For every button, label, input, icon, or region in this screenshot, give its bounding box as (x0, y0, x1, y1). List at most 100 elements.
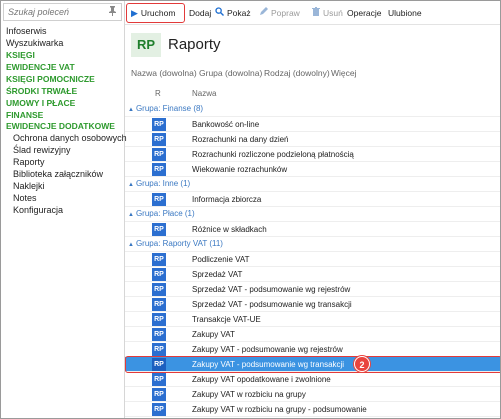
report-icon: RP (152, 298, 166, 311)
operations-label: Operacje (347, 8, 382, 18)
table-row[interactable]: RP Zakupy VAT w rozbiciu na grupy (125, 387, 500, 402)
module-logo: RP (131, 33, 161, 57)
pin-icon[interactable] (108, 6, 117, 18)
report-name: Sprzedaż VAT - podsumowanie wg transakcj… (192, 300, 352, 309)
report-icon: RP (152, 118, 166, 131)
command-search-input[interactable] (4, 4, 104, 20)
table-row[interactable]: RP Zakupy VAT w rozbiciu na grupy - podsu… (125, 402, 500, 417)
report-icon: RP (152, 253, 166, 266)
report-name: Transakcje VAT-UE (192, 315, 261, 324)
reports-grid: R Nazwa ▲ Grupa: Finanse (8) RP Bankowość o… (125, 87, 500, 418)
show-button[interactable]: Pokaż (215, 6, 251, 20)
sidebar-item[interactable]: ŚRODKI TRWAŁE (6, 85, 124, 97)
report-name: Rozrachunki na dany dzień (192, 135, 289, 144)
toolbar: ▶ Uruchom Dodaj Pokaż Popraw Usuń Operacj… (125, 1, 500, 25)
report-name: Informacja zbiorcza (192, 195, 262, 204)
fix-button[interactable]: Popraw (259, 6, 300, 20)
report-icon: RP (152, 313, 166, 326)
column-name-header[interactable]: Nazwa (192, 89, 216, 98)
report-icon: RP (152, 223, 166, 236)
table-row[interactable]: RP Rozrachunki rozliczone podzieloną płat… (125, 147, 500, 162)
filter-name[interactable]: Nazwa (dowolna) (131, 68, 197, 78)
group-row[interactable]: ▲ Grupa: Inne (1) (125, 177, 500, 192)
sidebar-item[interactable]: KSIĘGI POMOCNICZE (6, 73, 124, 85)
report-name: Zakupy VAT - podsumowanie wg rejestrów (192, 345, 343, 354)
group-label: Grupa: Raporty VAT (11) (135, 239, 223, 248)
group-row[interactable]: ▲ Grupa: Finanse (8) (125, 102, 500, 117)
sidebar-item[interactable]: Naklejki (6, 180, 124, 192)
report-icon: RP (152, 328, 166, 341)
sidebar-item[interactable]: Raporty (6, 156, 124, 168)
run-label: Uruchom (140, 8, 176, 18)
table-row[interactable]: RP Zakupy VAT opodatkowane i zwolnione (125, 372, 500, 387)
trash-icon (312, 6, 320, 20)
report-name: Sprzedaż VAT (192, 270, 243, 279)
grid-rows: ▲ Grupa: Finanse (8) RP Bankowość on-line RP… (125, 102, 500, 417)
report-icon: RP (152, 193, 166, 206)
group-row[interactable]: ▲ Grupa: Raporty VAT (11) (125, 237, 500, 252)
step-callout-badge: 2 (354, 356, 370, 372)
group-label: Grupa: Finanse (8) (135, 104, 204, 113)
column-r-header[interactable]: R (155, 89, 161, 98)
report-icon: RP (152, 343, 166, 356)
delete-label: Usuń (323, 8, 343, 18)
add-label: Dodaj (189, 8, 212, 18)
collapse-arrow-icon[interactable]: ▲ (128, 182, 134, 188)
sidebar-item[interactable]: UMOWY I PŁACE (6, 97, 124, 109)
table-row[interactable]: RP Zakupy VAT - podsumowanie wg rejestrów (125, 342, 500, 357)
table-row[interactable]: RP Podliczenie VAT (125, 252, 500, 267)
sidebar-item[interactable]: EWIDENCJE DODATKOWE (6, 120, 124, 132)
table-row[interactable]: RP Informacja zbiorcza (125, 192, 500, 207)
sidebar-item[interactable]: Ślad rewizyjny (6, 144, 124, 156)
sidebar-item[interactable]: Notes (6, 192, 124, 204)
table-row-selected[interactable]: RP Zakupy VAT - podsumowanie wg transakcj… (125, 356, 500, 373)
report-name: Zakupy VAT (192, 330, 235, 339)
table-row[interactable]: RP Sprzedaż VAT - podsumowanie wg transak… (125, 297, 500, 312)
report-name: Podliczenie VAT (192, 255, 250, 264)
table-row[interactable]: RP Różnice w składkach (125, 222, 500, 237)
sidebar-item[interactable]: Konfiguracja (6, 204, 124, 216)
table-row[interactable]: RP Sprzedaż VAT (125, 267, 500, 282)
sidebar-item[interactable]: EWIDENCJE VAT (6, 61, 124, 73)
sidebar-item[interactable]: KSIĘGI (6, 49, 124, 61)
collapse-arrow-icon[interactable]: ▲ (128, 212, 134, 218)
favorites-menu[interactable]: Ulubione (388, 6, 422, 20)
report-icon: RP (152, 268, 166, 281)
command-search[interactable] (3, 3, 122, 21)
sidebar-item[interactable]: Ochrona danych osobowych (6, 132, 127, 144)
report-icon: RP (152, 403, 166, 416)
report-name: Różnice w składkach (192, 225, 267, 234)
filter-bar: Nazwa (dowolna) Grupa (dowolna) Rodzaj (… (125, 68, 500, 82)
pencil-icon (259, 6, 268, 20)
operations-menu[interactable]: Operacje (347, 6, 382, 20)
table-row[interactable]: RP Wiekowanie rozrachunków (125, 162, 500, 177)
add-button[interactable]: Dodaj (189, 6, 211, 20)
table-row[interactable]: RP Rozrachunki na dany dzień (125, 132, 500, 147)
filter-group[interactable]: Grupa (dowolna) (199, 68, 262, 78)
sidebar-item[interactable]: Biblioteka załączników (6, 168, 124, 180)
delete-button[interactable]: Usuń (312, 6, 343, 20)
page-title: Raporty (168, 36, 221, 53)
collapse-arrow-icon[interactable]: ▲ (128, 107, 134, 113)
play-icon: ▶ (131, 8, 138, 18)
table-row[interactable]: RP Zakupy VAT (125, 327, 500, 342)
report-icon: RP (152, 148, 166, 161)
sidebar-item[interactable]: Wyszukiwarka (6, 37, 124, 49)
filter-kind[interactable]: Rodzaj (dowolny) (264, 68, 330, 78)
sidebar-item[interactable]: Infoserwis (6, 25, 124, 37)
report-name: Zakupy VAT w rozbiciu na grupy (192, 390, 306, 399)
table-row[interactable]: RP Transakcje VAT-UE (125, 312, 500, 327)
table-row[interactable]: RP Bankowość on-line (125, 117, 500, 132)
fix-label: Popraw (271, 8, 300, 18)
run-button[interactable]: ▶ Uruchom (131, 6, 175, 20)
group-row[interactable]: ▲ Grupa: Płace (1) (125, 207, 500, 222)
group-label: Grupa: Inne (1) (135, 179, 191, 188)
group-label: Grupa: Płace (1) (135, 209, 195, 218)
table-row[interactable]: RP Sprzedaż VAT - podsumowanie wg rejestr… (125, 282, 500, 297)
grid-header: R Nazwa (125, 87, 500, 101)
report-icon: RP (152, 163, 166, 176)
sidebar: InfoserwisWyszukiwarkaKSIĘGIEWIDENCJE VA… (1, 1, 127, 418)
report-name: Zakupy VAT opodatkowane i zwolnione (192, 375, 331, 384)
filter-more[interactable]: Więcej (331, 68, 357, 78)
collapse-arrow-icon[interactable]: ▲ (128, 242, 134, 248)
